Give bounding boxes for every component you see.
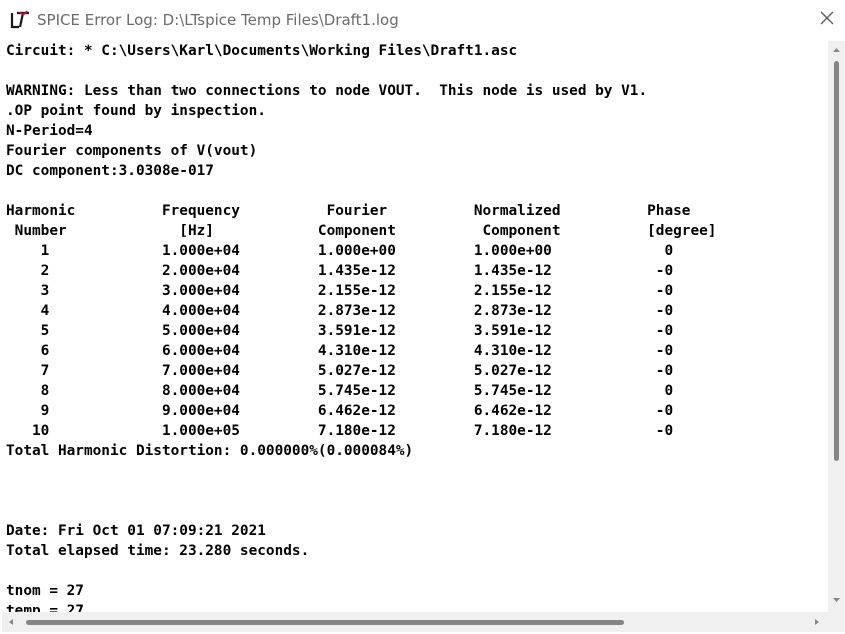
log-line: N-Period=4 xyxy=(6,123,93,139)
log-line: 4 4.000e+04 2.873e-12 2.873e-12 -0 xyxy=(6,303,674,319)
log-line: Total Harmonic Distortion: 0.000000%(0.0… xyxy=(6,443,414,459)
close-icon xyxy=(820,11,834,30)
log-line: Date: Fri Oct 01 07:09:21 2021 xyxy=(6,523,266,539)
vertical-scroll-thumb[interactable] xyxy=(834,61,839,461)
log-line: 6 6.000e+04 4.310e-12 4.310e-12 -0 xyxy=(6,343,674,359)
title-bar[interactable]: SPICE Error Log: D:\LTspice Temp Files\D… xyxy=(0,0,845,40)
log-content: Circuit: * C:\Users\Karl\Documents\Worki… xyxy=(2,41,828,612)
log-line: Fourier components of V(vout) xyxy=(6,143,258,159)
log-line: tnom = 27 xyxy=(6,583,84,599)
horizontal-scrollbar[interactable] xyxy=(2,612,828,632)
log-line: Circuit: * C:\Users\Karl\Documents\Worki… xyxy=(6,43,518,59)
scroll-up-arrow-icon[interactable] xyxy=(828,43,845,57)
window-title: SPICE Error Log: D:\LTspice Temp Files\D… xyxy=(37,11,399,29)
log-line: 7 7.000e+04 5.027e-12 5.027e-12 -0 xyxy=(6,363,674,379)
scrollbar-corner xyxy=(828,612,845,632)
log-line: 8 8.000e+04 5.745e-12 5.745e-12 0 xyxy=(6,383,674,399)
scroll-down-arrow-icon[interactable] xyxy=(828,593,845,607)
log-line: 9 9.000e+04 6.462e-12 6.462e-12 -0 xyxy=(6,403,674,419)
log-line: Total elapsed time: 23.280 seconds. xyxy=(6,543,310,559)
log-line: DC component:3.0308e-017 xyxy=(6,163,214,179)
vertical-scrollbar[interactable] xyxy=(828,41,845,612)
log-line: 1 1.000e+04 1.000e+00 1.000e+00 0 xyxy=(6,243,674,259)
scroll-left-arrow-icon[interactable] xyxy=(4,615,18,629)
log-line: WARNING: Less than two connections to no… xyxy=(6,83,648,99)
ltspice-logo-icon xyxy=(10,9,32,31)
close-button[interactable] xyxy=(808,0,845,40)
log-line: 3 3.000e+04 2.155e-12 2.155e-12 -0 xyxy=(6,283,674,299)
spice-error-log-window: SPICE Error Log: D:\LTspice Temp Files\D… xyxy=(0,0,845,632)
log-line: Number [Hz] Component Component [degree] xyxy=(6,223,717,239)
log-line: 5 5.000e+04 3.591e-12 3.591e-12 -0 xyxy=(6,323,674,339)
log-line: temp = 27 xyxy=(6,603,84,612)
log-line: 2 2.000e+04 1.435e-12 1.435e-12 -0 xyxy=(6,263,674,279)
horizontal-scroll-thumb[interactable] xyxy=(26,620,624,625)
scroll-right-arrow-icon[interactable] xyxy=(810,615,824,629)
log-line: .OP point found by inspection. xyxy=(6,103,266,119)
log-text-area[interactable]: Circuit: * C:\Users\Karl\Documents\Worki… xyxy=(2,41,828,612)
log-line: Harmonic Frequency Fourier Normalized Ph… xyxy=(6,203,691,219)
log-line: 10 1.000e+05 7.180e-12 7.180e-12 -0 xyxy=(6,423,674,439)
